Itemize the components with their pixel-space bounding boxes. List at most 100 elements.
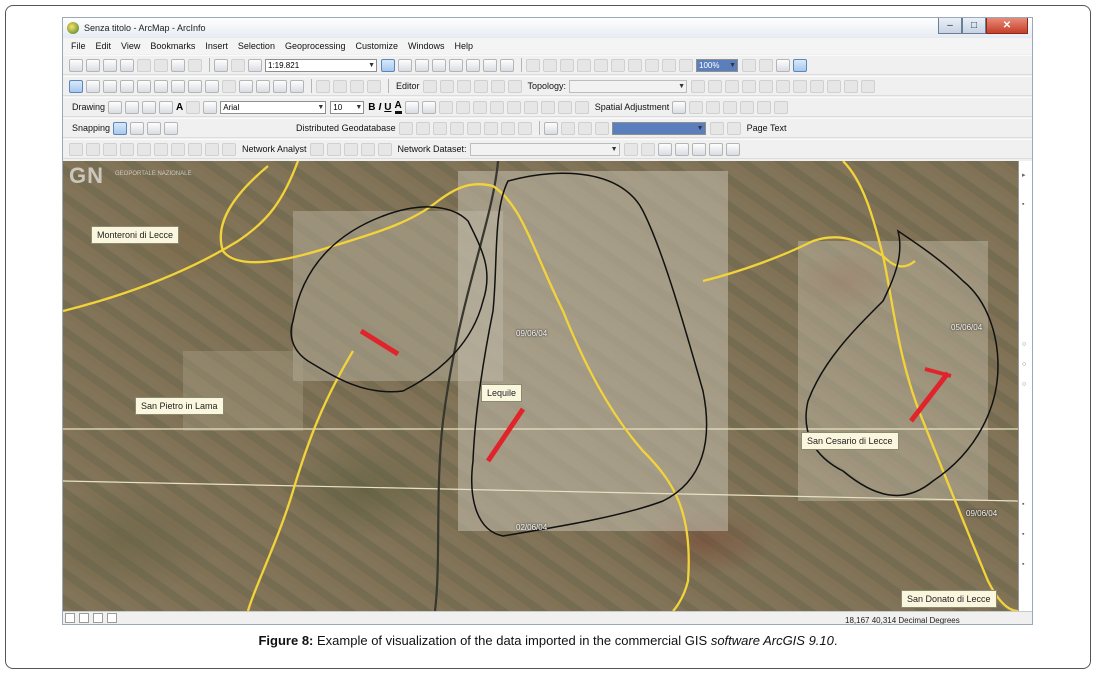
map-scale-combo[interactable]: 1:19.821 ▼: [265, 58, 377, 72]
menu-view[interactable]: View: [121, 41, 140, 51]
back-arrow-icon[interactable]: [171, 79, 185, 93]
rectangle-icon[interactable]: [159, 100, 174, 114]
network-dataset-combo[interactable]: ▼: [469, 142, 620, 156]
topology-tool-icon[interactable]: [793, 79, 808, 93]
georef-tool-icon[interactable]: [679, 58, 693, 72]
whats-this-icon[interactable]: [500, 58, 514, 72]
georef-tool-icon[interactable]: [577, 58, 591, 72]
georef-tool-icon[interactable]: [560, 58, 574, 72]
topology-tool-icon[interactable]: [776, 79, 791, 93]
cut-icon[interactable]: [137, 58, 151, 72]
topology-tool-icon[interactable]: [844, 79, 859, 93]
close-button[interactable]: ✕: [986, 18, 1028, 34]
bold-button[interactable]: B: [368, 102, 375, 113]
map-canvas[interactable]: GN GEOPORTALE NAZIONALE Monteroni di Lec…: [63, 161, 1018, 611]
spatial-tool-icon[interactable]: [455, 100, 470, 114]
underline-button[interactable]: U: [384, 102, 391, 113]
georef-tool-icon[interactable]: [628, 58, 642, 72]
schematic-tool-icon[interactable]: [69, 142, 83, 156]
spatial-tool-icon[interactable]: [540, 100, 555, 114]
menu-selection[interactable]: Selection: [238, 41, 275, 51]
page-text-menu[interactable]: Page Text: [747, 123, 787, 133]
find-icon[interactable]: [333, 79, 347, 93]
schematic-tool-icon[interactable]: [205, 142, 219, 156]
edit-tool-icon[interactable]: [507, 79, 522, 93]
point-snapping-icon[interactable]: [113, 121, 128, 135]
georef-tool-icon[interactable]: [526, 58, 540, 72]
network-tool-icon[interactable]: [343, 142, 358, 156]
select-elements-icon[interactable]: [108, 100, 123, 114]
italic-button[interactable]: I: [378, 102, 381, 113]
spatial-tool-icon[interactable]: [489, 100, 504, 114]
previous-page-icon[interactable]: [594, 121, 609, 135]
font-size-combo[interactable]: 10 ▼: [330, 100, 365, 114]
edit-session-icon[interactable]: [674, 142, 689, 156]
spatial-tool-icon[interactable]: [574, 100, 589, 114]
pause-drawing-icon[interactable]: [107, 613, 117, 623]
html-popup-icon[interactable]: [290, 79, 304, 93]
adjust-tool-icon[interactable]: [757, 100, 772, 114]
edge-snapping-icon[interactable]: [164, 121, 179, 135]
font-color-button[interactable]: A: [394, 100, 402, 114]
line-color-icon[interactable]: [421, 100, 436, 114]
measure-icon[interactable]: [316, 79, 330, 93]
fixed-zoom-out-icon[interactable]: [154, 79, 168, 93]
edit-tool-icon[interactable]: [490, 79, 505, 93]
menu-geoprocessing[interactable]: Geoprocessing: [285, 41, 346, 51]
end-snapping-icon[interactable]: [130, 121, 145, 135]
edit-tool-icon[interactable]: [439, 79, 454, 93]
text-symbol-icon[interactable]: [203, 100, 218, 114]
topology-combo[interactable]: ▼: [569, 79, 688, 93]
fixed-zoom-in-icon[interactable]: [137, 79, 151, 93]
topology-tool-icon[interactable]: [827, 79, 842, 93]
georef-tool-icon[interactable]: [543, 58, 557, 72]
spatial-adjustment-menu[interactable]: Spatial Adjustment: [595, 102, 670, 112]
layout-view-icon[interactable]: [793, 58, 807, 72]
paste-icon[interactable]: [171, 58, 185, 72]
data-view-icon[interactable]: [65, 613, 75, 623]
adjust-tool-icon[interactable]: [723, 100, 738, 114]
layout-tool-icon[interactable]: [759, 58, 773, 72]
identify-icon[interactable]: [256, 79, 270, 93]
spatial-tool-icon[interactable]: [523, 100, 538, 114]
schematic-tool-icon[interactable]: [222, 142, 236, 156]
full-extent-icon[interactable]: [120, 79, 134, 93]
schematic-tool-icon[interactable]: [137, 142, 151, 156]
zoom-combo[interactable]: 100% ▼: [696, 58, 738, 72]
new-document-icon[interactable]: [69, 58, 83, 72]
replica-tool-icon[interactable]: [398, 121, 413, 135]
layout-tool-icon[interactable]: [742, 58, 756, 72]
adjust-tool-icon[interactable]: [706, 100, 721, 114]
drawing-menu[interactable]: Drawing: [72, 102, 105, 112]
delete-icon[interactable]: [188, 58, 202, 72]
schematic-tool-icon[interactable]: [171, 142, 185, 156]
adjust-tool-icon[interactable]: [740, 100, 755, 114]
vertex-snapping-icon[interactable]: [147, 121, 162, 135]
open-folder-icon[interactable]: [86, 58, 100, 72]
topology-tool-icon[interactable]: [861, 79, 876, 93]
catalog-icon[interactable]: [415, 58, 429, 72]
spatial-tool-icon[interactable]: [506, 100, 521, 114]
replica-tool-icon[interactable]: [500, 121, 515, 135]
spatial-tool-icon[interactable]: [472, 100, 487, 114]
georef-tool-icon[interactable]: [662, 58, 676, 72]
forward-arrow-icon[interactable]: [188, 79, 202, 93]
replica-tool-icon[interactable]: [517, 121, 532, 135]
undo-icon[interactable]: [214, 58, 228, 72]
first-page-icon[interactable]: [577, 121, 592, 135]
adjust-tool-icon[interactable]: [774, 100, 789, 114]
georef-tool-icon[interactable]: [594, 58, 608, 72]
schematic-tool-icon[interactable]: [120, 142, 134, 156]
pan-icon[interactable]: [103, 79, 117, 93]
data-driven-pages-icon[interactable]: [543, 121, 558, 135]
editor-menu[interactable]: Editor: [396, 81, 420, 91]
edit-session-icon[interactable]: [657, 142, 672, 156]
network-tool-icon[interactable]: [326, 142, 341, 156]
georef-tool-icon[interactable]: [611, 58, 625, 72]
georef-tool-icon[interactable]: [645, 58, 659, 72]
menu-customize[interactable]: Customize: [356, 41, 399, 51]
schematic-tool-icon[interactable]: [188, 142, 202, 156]
menu-windows[interactable]: Windows: [408, 41, 445, 51]
spatial-tool-icon[interactable]: [557, 100, 572, 114]
python-window-icon[interactable]: [466, 58, 480, 72]
